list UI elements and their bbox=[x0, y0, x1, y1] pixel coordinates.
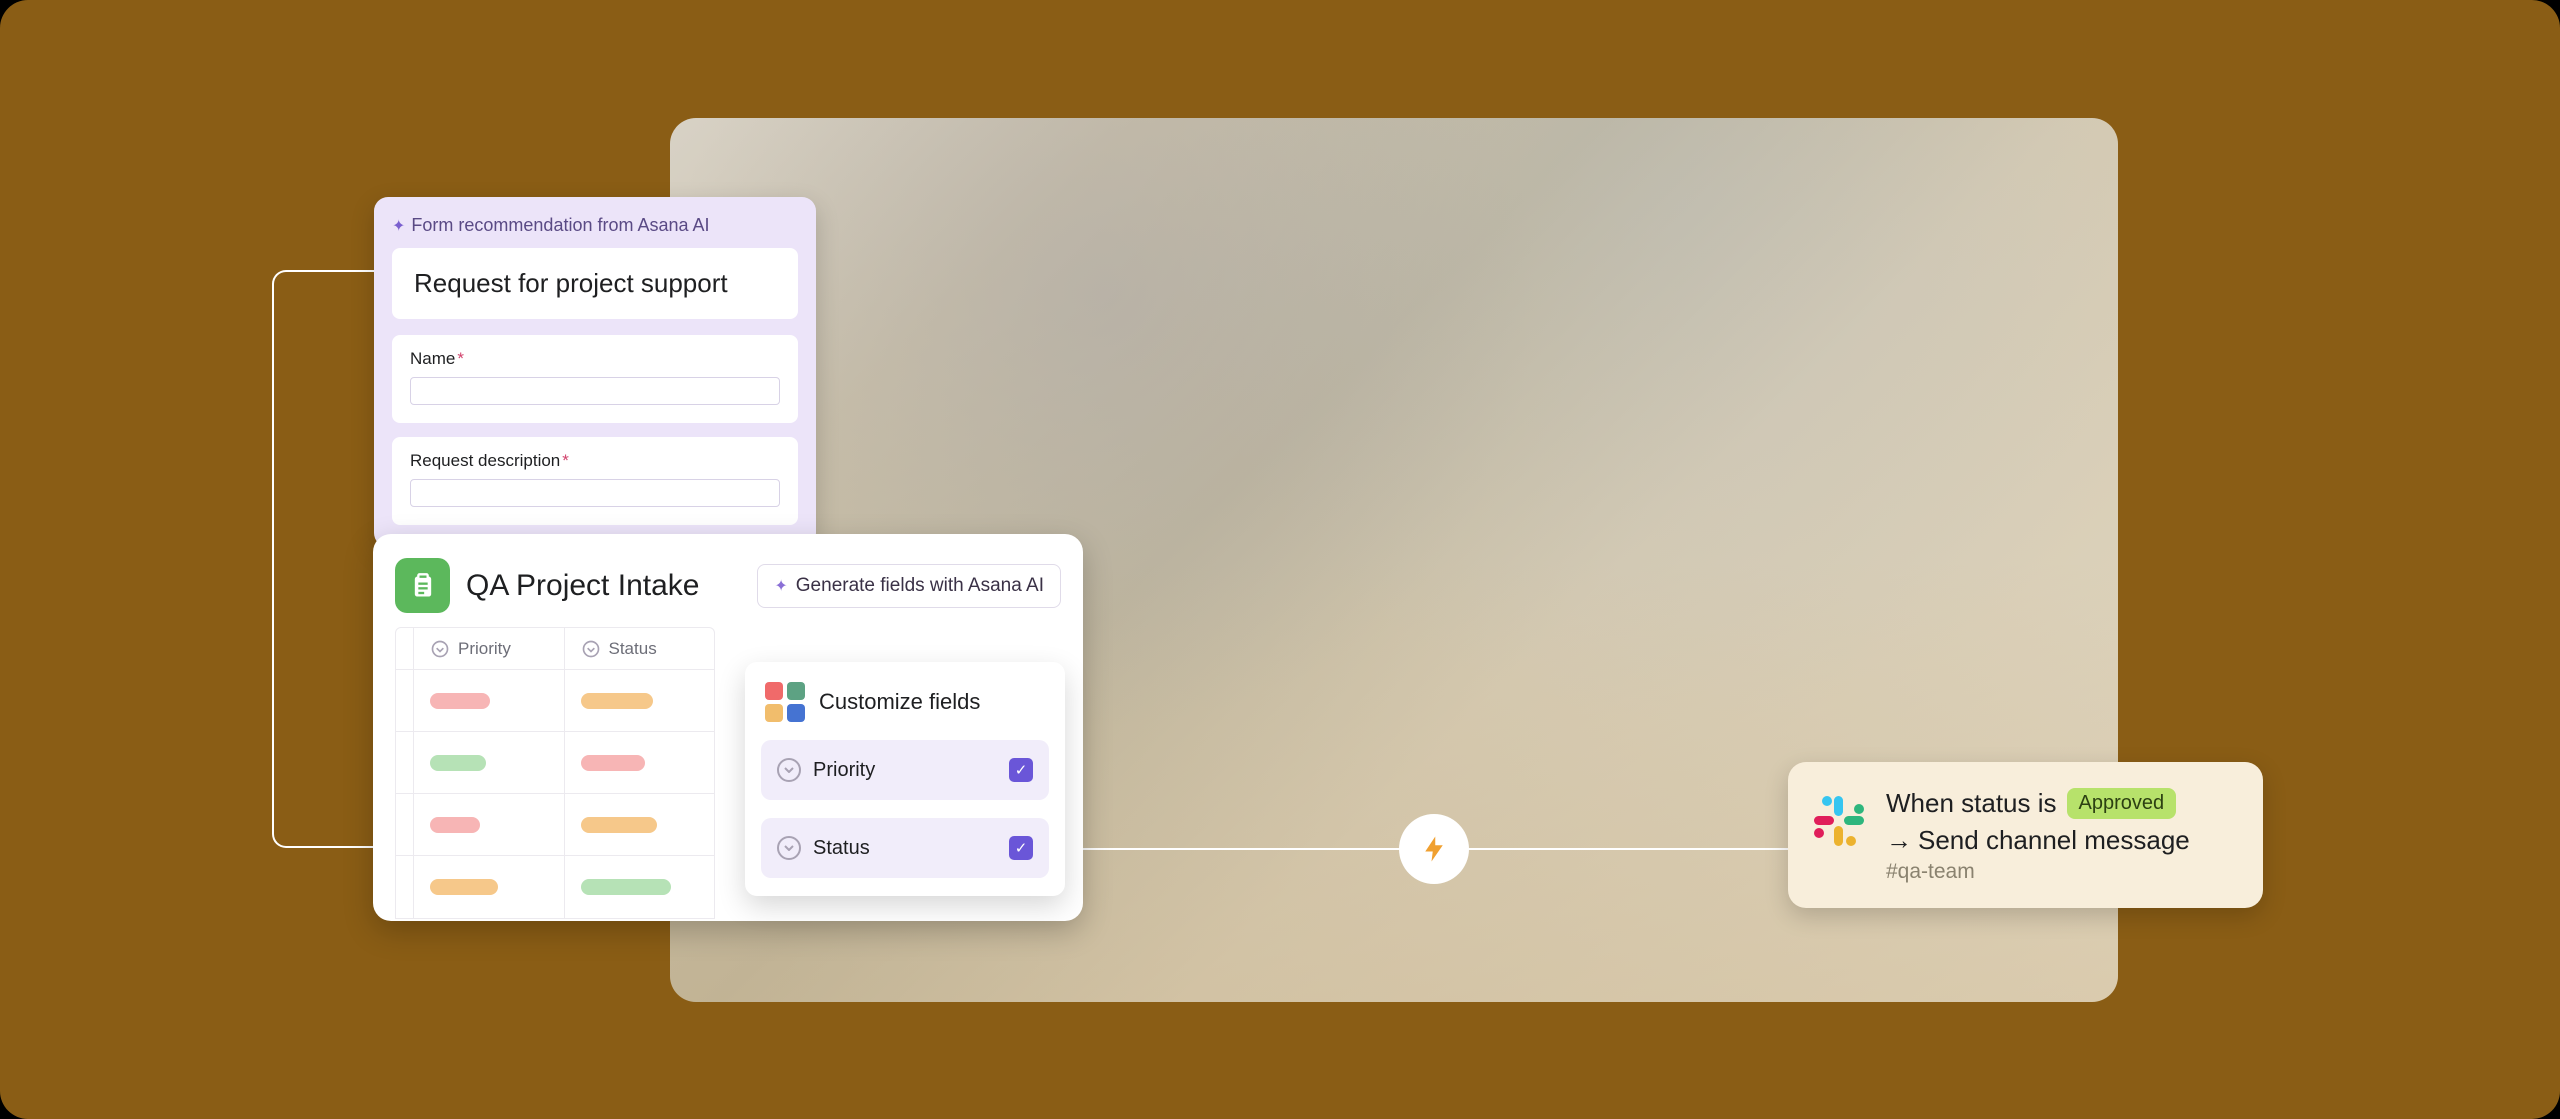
automation-bolt-icon bbox=[1399, 814, 1469, 884]
gutter-cell bbox=[396, 794, 414, 855]
automation-channel: #qa-team bbox=[1886, 860, 2235, 884]
status-cell[interactable] bbox=[565, 670, 715, 731]
gutter-cell bbox=[396, 732, 414, 793]
gutter-cell bbox=[396, 670, 414, 731]
customize-field-row[interactable]: Priority ✓ bbox=[761, 740, 1049, 800]
chevron-down-icon bbox=[430, 639, 450, 659]
checkbox-checked[interactable]: ✓ bbox=[1009, 758, 1033, 782]
qa-header: QA Project Intake ✦ Generate fields with… bbox=[395, 558, 1061, 613]
status-pill bbox=[581, 755, 645, 771]
chevron-down-icon bbox=[581, 639, 601, 659]
priority-pill bbox=[430, 755, 486, 771]
generate-fields-button[interactable]: ✦ Generate fields with Asana AI bbox=[757, 564, 1061, 608]
required-asterisk: * bbox=[562, 451, 569, 470]
table-row[interactable] bbox=[396, 732, 714, 794]
table-row[interactable] bbox=[396, 794, 714, 856]
sparkle-icon: ✦ bbox=[392, 216, 405, 236]
form-recommendation-card: ✦ Form recommendation from Asana AI Requ… bbox=[374, 197, 816, 547]
table-row[interactable] bbox=[396, 670, 714, 732]
status-cell[interactable] bbox=[565, 856, 715, 918]
automation-rule-card[interactable]: When status is Approved →Send channel me… bbox=[1788, 762, 2263, 908]
table-row[interactable] bbox=[396, 856, 714, 918]
priority-cell[interactable] bbox=[414, 856, 565, 918]
field-name-label: Priority bbox=[813, 759, 997, 782]
form-ai-text: Form recommendation from Asana AI bbox=[411, 215, 709, 236]
name-input[interactable] bbox=[410, 377, 780, 405]
status-cell[interactable] bbox=[565, 794, 715, 855]
form-title[interactable]: Request for project support bbox=[392, 248, 798, 319]
column-status[interactable]: Status bbox=[565, 628, 715, 669]
automation-condition: When status is Approved bbox=[1886, 788, 2235, 819]
status-badge-approved: Approved bbox=[2067, 788, 2177, 819]
form-field-name-label: Name* bbox=[410, 349, 780, 369]
project-form-icon bbox=[395, 558, 450, 613]
checkbox-checked[interactable]: ✓ bbox=[1009, 836, 1033, 860]
required-asterisk: * bbox=[457, 349, 464, 368]
description-input[interactable] bbox=[410, 479, 780, 507]
arrow-icon: → bbox=[1886, 825, 1912, 855]
field-name-label: Status bbox=[813, 837, 997, 860]
automation-action: →Send channel message bbox=[1886, 825, 2235, 856]
form-field-name: Name* bbox=[392, 335, 798, 423]
sparkle-icon: ✦ bbox=[774, 576, 787, 596]
priority-cell[interactable] bbox=[414, 794, 565, 855]
chevron-down-icon bbox=[777, 836, 801, 860]
gutter-cell bbox=[396, 856, 414, 918]
priority-cell[interactable] bbox=[414, 670, 565, 731]
priority-pill bbox=[430, 817, 480, 833]
table-header-row: Priority Status bbox=[396, 628, 714, 670]
customize-header: Customize fields bbox=[761, 682, 1049, 722]
priority-cell[interactable] bbox=[414, 732, 565, 793]
qa-table: Priority Status bbox=[395, 627, 715, 919]
chevron-down-icon bbox=[777, 758, 801, 782]
form-field-description-label: Request description* bbox=[410, 451, 780, 471]
status-pill bbox=[581, 879, 671, 895]
automation-text: When status is Approved →Send channel me… bbox=[1886, 788, 2235, 884]
status-pill bbox=[581, 817, 657, 833]
status-cell[interactable] bbox=[565, 732, 715, 793]
customize-field-row[interactable]: Status ✓ bbox=[761, 818, 1049, 878]
priority-pill bbox=[430, 879, 498, 895]
fields-grid-icon bbox=[765, 682, 805, 722]
outer-panel: ✦ Form recommendation from Asana AI Requ… bbox=[0, 0, 2560, 1119]
priority-pill bbox=[430, 693, 490, 709]
customize-title: Customize fields bbox=[819, 689, 980, 715]
status-pill bbox=[581, 693, 653, 709]
column-priority[interactable]: Priority bbox=[414, 628, 565, 669]
qa-title: QA Project Intake bbox=[466, 569, 741, 603]
form-field-description: Request description* bbox=[392, 437, 798, 525]
slack-icon bbox=[1812, 794, 1866, 848]
gutter-cell bbox=[396, 628, 414, 669]
customize-fields-panel: Customize fields Priority ✓ Status ✓ bbox=[745, 662, 1065, 896]
form-ai-label: ✦ Form recommendation from Asana AI bbox=[392, 215, 798, 236]
